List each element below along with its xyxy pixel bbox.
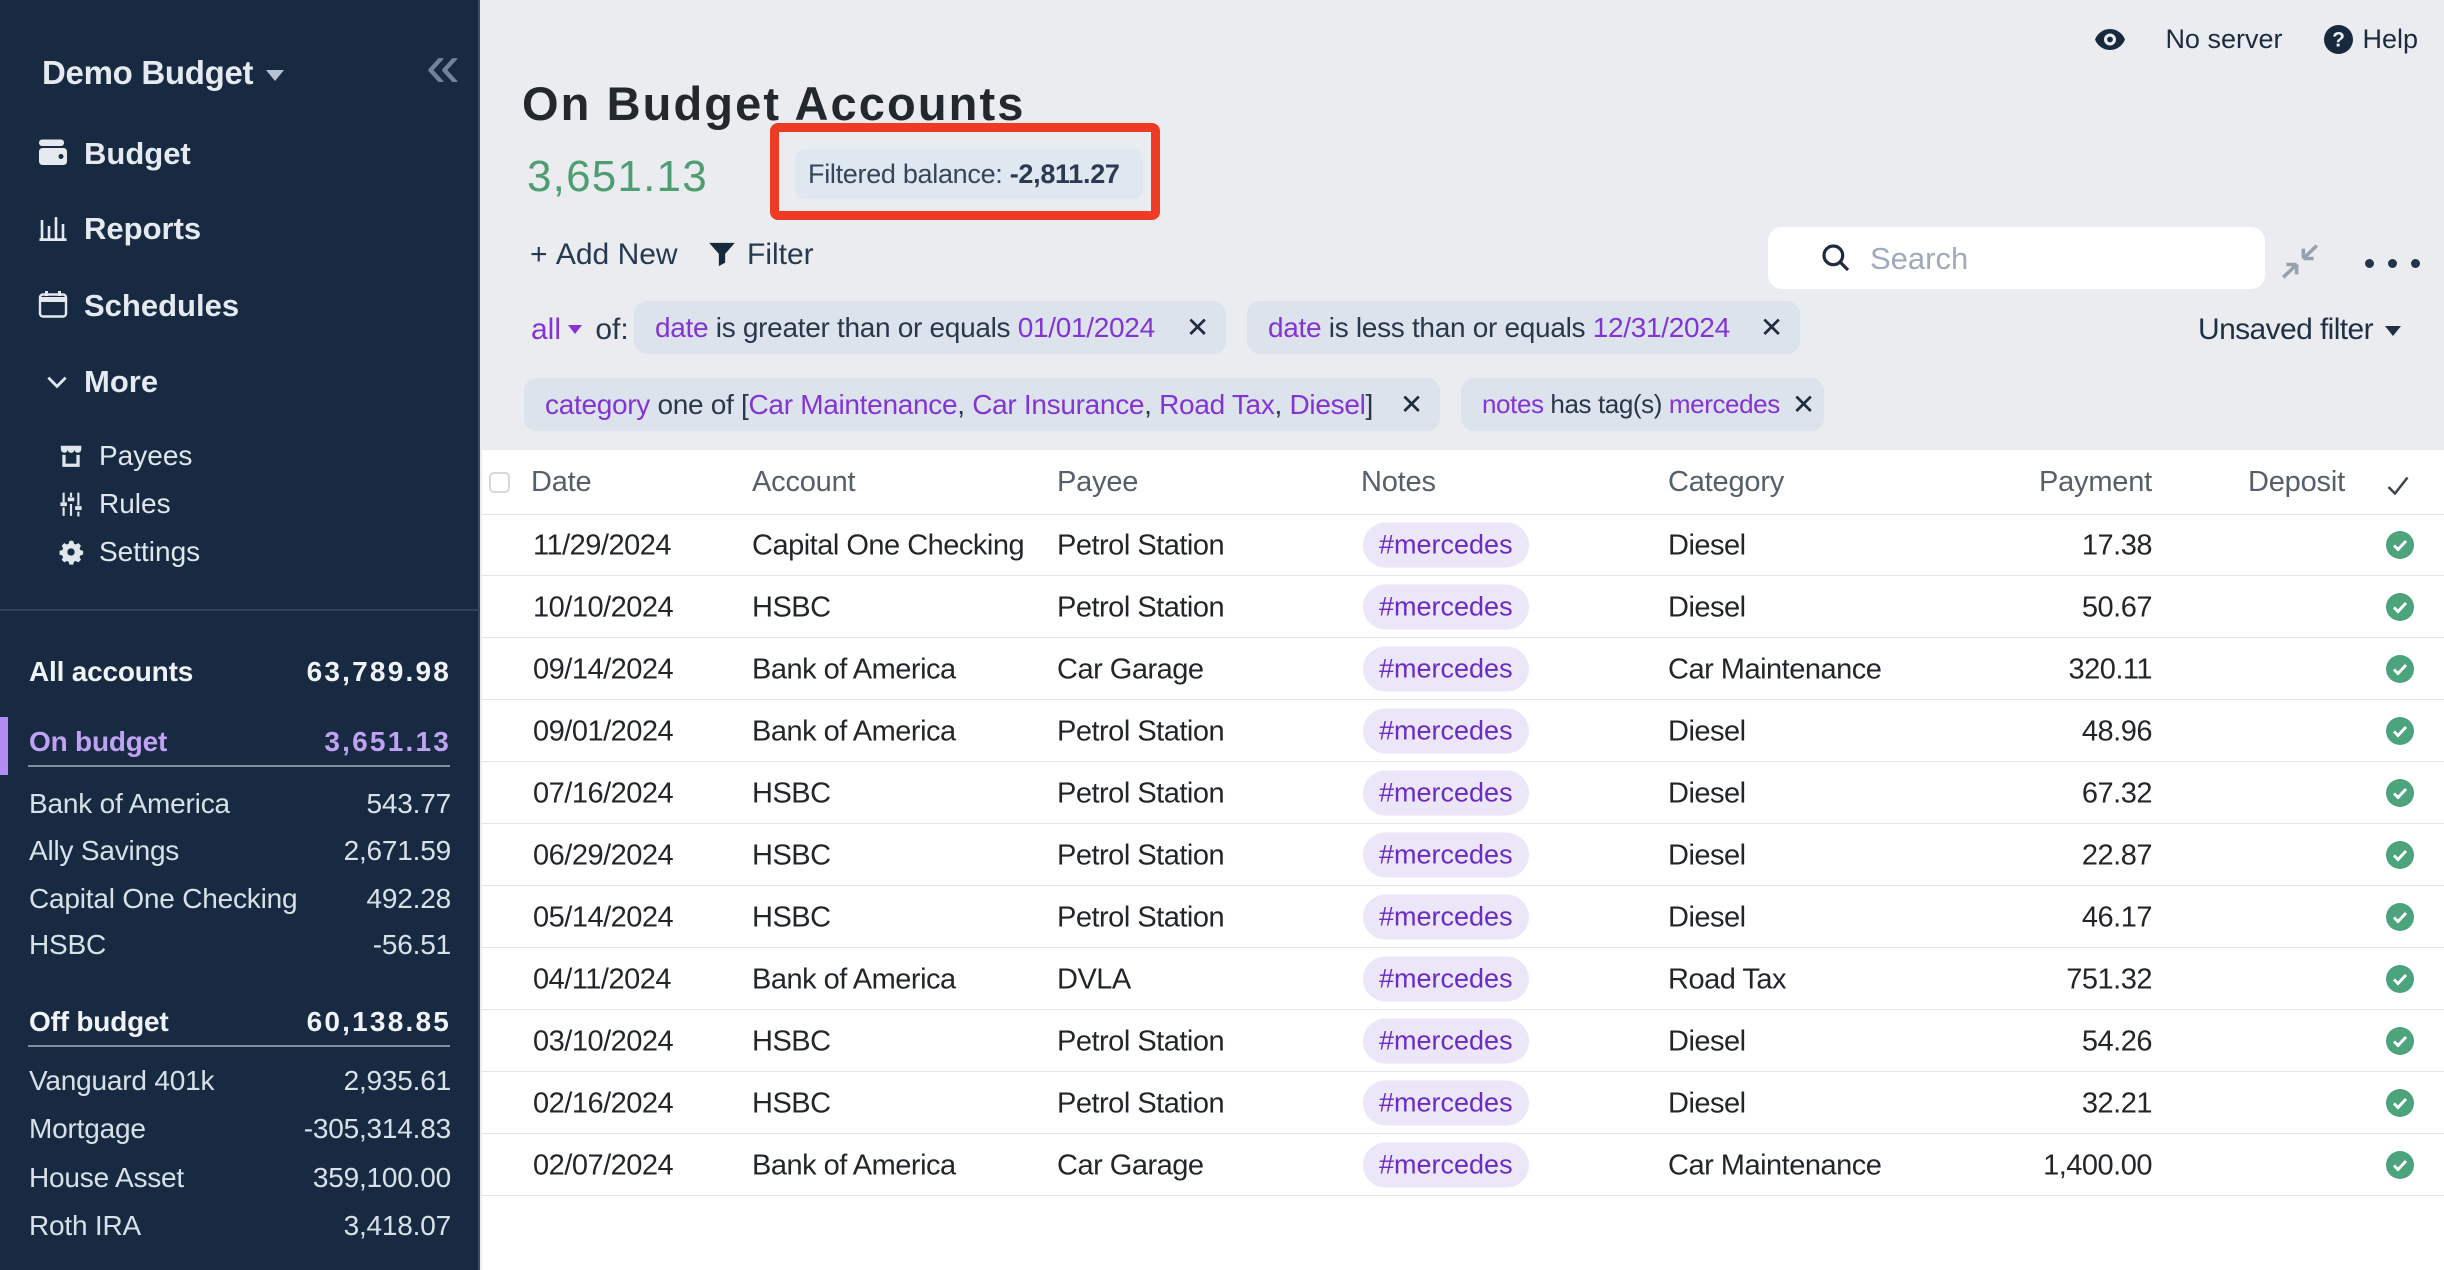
svg-text:?: ? xyxy=(2333,28,2346,51)
